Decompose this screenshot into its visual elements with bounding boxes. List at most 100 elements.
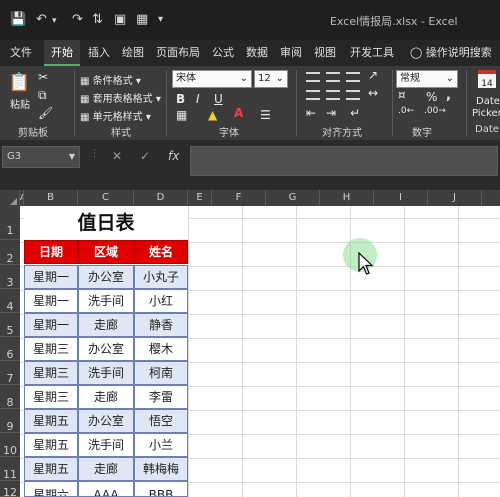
- currency-icon[interactable]: ¤: [398, 88, 406, 102]
- conditional-format-button[interactable]: ▦ 条件格式 ▾: [80, 72, 141, 87]
- tab-page-layout[interactable]: 页面布局: [152, 40, 204, 66]
- column-header-c[interactable]: C: [78, 190, 134, 206]
- row-header-5[interactable]: 5: [0, 313, 20, 337]
- calendar-icon[interactable]: 14: [478, 70, 496, 89]
- increase-indent-icon[interactable]: ⇥: [326, 106, 336, 120]
- table-cell[interactable]: 李雷: [134, 385, 188, 409]
- table-cell[interactable]: 樱木: [134, 337, 188, 361]
- row-header-8[interactable]: 8: [0, 385, 20, 409]
- table-cell[interactable]: 星期一: [24, 313, 78, 337]
- tell-me-search[interactable]: ◯ 操作说明搜索: [410, 40, 492, 66]
- table-cell[interactable]: 星期五: [24, 433, 78, 457]
- table-cell[interactable]: AAA: [78, 481, 134, 497]
- font-color-icon[interactable]: A: [234, 106, 243, 120]
- save-icon[interactable]: 💾: [10, 12, 26, 27]
- sort-icon[interactable]: ⇅: [92, 12, 103, 27]
- tab-file[interactable]: 文件: [4, 40, 38, 66]
- column-header-i[interactable]: I: [374, 190, 428, 206]
- table-cell[interactable]: 洗手间: [78, 361, 134, 385]
- table-cell[interactable]: 小丸子: [134, 265, 188, 289]
- insert-function-icon[interactable]: fx: [168, 149, 179, 163]
- select-all-corner[interactable]: [0, 190, 20, 206]
- formula-input[interactable]: [190, 146, 498, 176]
- table-cell[interactable]: 星期三: [24, 385, 78, 409]
- table-cell[interactable]: 小红: [134, 289, 188, 313]
- border-icon[interactable]: ▦: [176, 108, 187, 122]
- name-box[interactable]: G3 ▼: [2, 146, 80, 168]
- paste-icon[interactable]: 📋: [8, 72, 30, 93]
- column-header-g[interactable]: G: [266, 190, 320, 206]
- table-cell[interactable]: BBB: [134, 481, 188, 497]
- row-header-3[interactable]: 3: [0, 265, 20, 289]
- column-header-h[interactable]: H: [320, 190, 374, 206]
- align-left-icon[interactable]: [306, 90, 320, 100]
- tab-developer[interactable]: 开发工具: [344, 40, 400, 66]
- row-header-12[interactable]: 12: [0, 481, 20, 497]
- format-painter-icon[interactable]: 🖌: [38, 106, 53, 120]
- table-cell[interactable]: 办公室: [78, 337, 134, 361]
- tab-formulas[interactable]: 公式: [208, 40, 238, 66]
- date-picker-line2[interactable]: Picker: [472, 108, 500, 119]
- table-cell[interactable]: 小兰: [134, 433, 188, 457]
- table-cell[interactable]: 走廊: [78, 457, 134, 481]
- row-header-4[interactable]: 4: [0, 289, 20, 313]
- table-header-area[interactable]: 区域: [78, 240, 134, 264]
- table-cell[interactable]: 星期一: [24, 265, 78, 289]
- wrap-text-icon[interactable]: ↵: [350, 106, 360, 120]
- tab-home[interactable]: 开始: [44, 40, 80, 66]
- percent-button[interactable]: %: [426, 90, 437, 104]
- sheet-title[interactable]: 值日表: [24, 206, 188, 240]
- table-cell[interactable]: 办公室: [78, 265, 134, 289]
- align-middle-icon[interactable]: [326, 72, 340, 82]
- table-cell[interactable]: 走廊: [78, 313, 134, 337]
- camera-icon[interactable]: ▣: [114, 12, 126, 27]
- format-as-table-button[interactable]: ▦ 套用表格格式 ▾: [80, 90, 161, 105]
- merge-center-icon[interactable]: ↔: [368, 86, 378, 100]
- increase-decimal-icon[interactable]: .0←: [398, 106, 414, 116]
- decrease-decimal-icon[interactable]: .00→: [424, 106, 446, 116]
- font-name-select[interactable]: 宋体 ⌄: [172, 70, 252, 88]
- column-header-f[interactable]: F: [212, 190, 266, 206]
- table-cell[interactable]: 星期六: [24, 481, 78, 497]
- row-header-2[interactable]: 2: [0, 240, 20, 265]
- column-header-j[interactable]: J: [428, 190, 482, 206]
- table-cell[interactable]: 星期五: [24, 409, 78, 433]
- decrease-indent-icon[interactable]: ⇤: [306, 106, 316, 120]
- number-format-select[interactable]: 常规 ⌄: [396, 70, 458, 88]
- table-cell[interactable]: 洗手间: [78, 433, 134, 457]
- row-header-9[interactable]: 9: [0, 409, 20, 433]
- align-top-icon[interactable]: [306, 72, 320, 82]
- customize-qa-icon[interactable]: ▾: [158, 14, 163, 25]
- underline-button[interactable]: U: [214, 92, 223, 106]
- table-cell[interactable]: 星期一: [24, 289, 78, 313]
- table-cell[interactable]: 静香: [134, 313, 188, 337]
- tab-view[interactable]: 视图: [310, 40, 340, 66]
- enter-icon[interactable]: ✓: [140, 149, 150, 163]
- cut-icon[interactable]: ✂: [38, 70, 48, 84]
- bold-button[interactable]: B: [176, 92, 185, 106]
- column-header-b[interactable]: B: [24, 190, 78, 206]
- phonetic-icon[interactable]: ☰: [260, 108, 271, 122]
- row-header-7[interactable]: 7: [0, 361, 20, 385]
- table-cell[interactable]: 柯南: [134, 361, 188, 385]
- table-cell[interactable]: 星期五: [24, 457, 78, 481]
- redo-icon[interactable]: ↷: [72, 12, 83, 27]
- tab-insert[interactable]: 插入: [84, 40, 114, 66]
- row-header-11[interactable]: 11: [0, 457, 20, 481]
- table-cell[interactable]: 洗手间: [78, 289, 134, 313]
- form-icon[interactable]: ▦: [136, 12, 148, 27]
- undo-dropdown-icon[interactable]: ▾: [52, 16, 57, 26]
- undo-icon[interactable]: ↶: [36, 12, 47, 27]
- orientation-icon[interactable]: ↗: [368, 68, 378, 82]
- column-header-e[interactable]: E: [188, 190, 212, 206]
- table-header-date[interactable]: 日期: [24, 240, 78, 264]
- table-cell[interactable]: 悟空: [134, 409, 188, 433]
- column-header-d[interactable]: D: [134, 190, 188, 206]
- align-center-icon[interactable]: [326, 90, 340, 100]
- comma-button[interactable]: ,: [446, 88, 451, 103]
- table-cell[interactable]: 韩梅梅: [134, 457, 188, 481]
- fill-color-icon[interactable]: ▲: [208, 108, 217, 122]
- align-bottom-icon[interactable]: [346, 72, 360, 82]
- table-header-name[interactable]: 姓名: [134, 240, 188, 264]
- cell-styles-button[interactable]: ▦ 单元格样式 ▾: [80, 108, 151, 123]
